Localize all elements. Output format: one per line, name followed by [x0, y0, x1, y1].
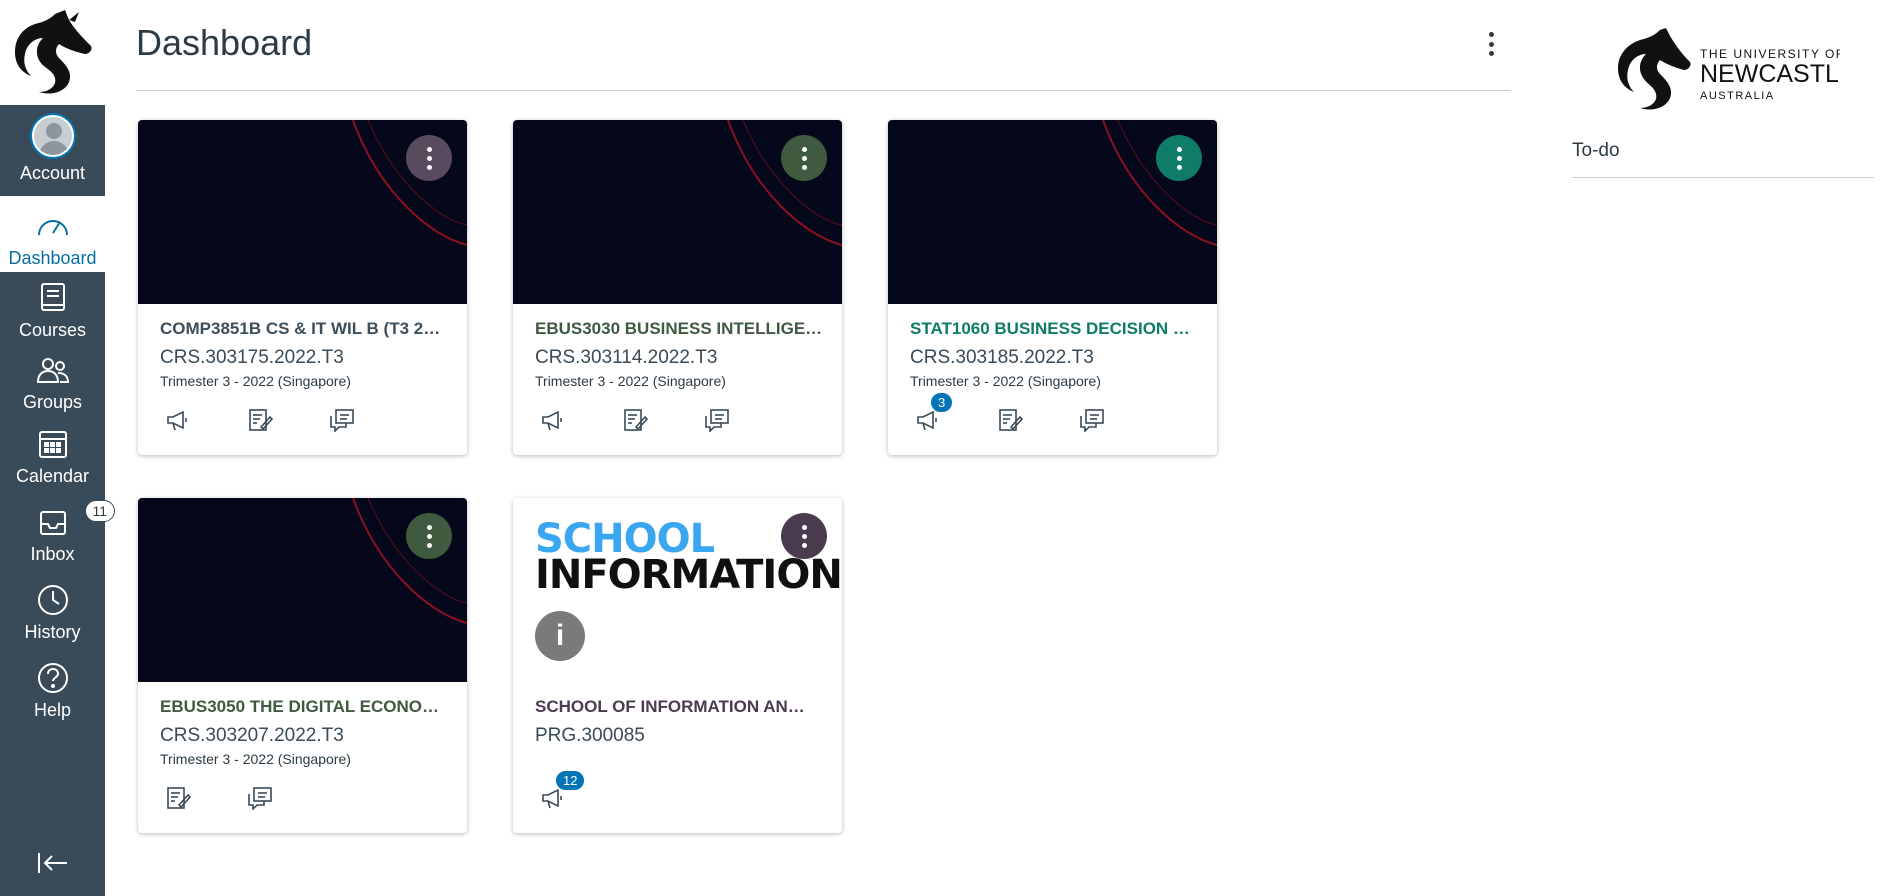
discussion-icon — [248, 787, 272, 810]
logo-line3: AUSTRALIA — [1700, 90, 1775, 102]
horse-logo-icon — [14, 9, 92, 94]
page-title: Dashboard — [136, 22, 313, 63]
course-card-code: CRS.303114.2022.T3 — [535, 347, 718, 368]
courses-book-icon — [35, 280, 71, 316]
discussions-button[interactable] — [242, 782, 278, 814]
assignments-button[interactable] — [160, 782, 196, 814]
discussion-icon — [330, 409, 354, 432]
discussion-icon — [705, 409, 729, 432]
nav-account-label: Account — [19, 163, 86, 183]
card-options-button[interactable] — [1156, 135, 1202, 181]
assignments-button[interactable] — [617, 404, 653, 436]
nav-calendar[interactable]: Calendar — [0, 426, 105, 487]
course-card-term: Trimester 3 - 2022 (Singapore) — [535, 373, 726, 389]
course-card[interactable]: EBUS3030 BUSINESS INTELLIGE… CRS.303114.… — [513, 120, 842, 455]
course-card-title[interactable]: COMP3851B CS & IT WIL B (T3 2… — [160, 319, 450, 339]
course-card[interactable]: EBUS3050 THE DIGITAL ECONO… CRS.303207.2… — [138, 498, 467, 833]
unread-announcements-badge: 3 — [930, 392, 954, 413]
school-hero-line2: INFORMATION — [535, 552, 843, 598]
dashboard-options-button[interactable] — [1479, 26, 1503, 62]
course-card-title[interactable]: EBUS3050 THE DIGITAL ECONO… — [160, 697, 450, 717]
nav-courses-label: Courses — [18, 320, 87, 340]
nav-groups-label: Groups — [22, 392, 83, 412]
nav-calendar-label: Calendar — [15, 466, 90, 486]
course-card-code: CRS.303207.2022.T3 — [160, 725, 344, 746]
nav-history-label: History — [24, 622, 81, 642]
course-card[interactable]: STAT1060 BUSINESS DECISION … CRS.303185.… — [888, 120, 1217, 455]
discussion-icon — [1080, 409, 1104, 432]
card-options-button[interactable] — [781, 135, 827, 181]
discussions-button[interactable] — [324, 404, 360, 436]
megaphone-icon — [542, 410, 562, 431]
logo-line1: THE UNIVERSITY OF — [1700, 47, 1840, 61]
history-clock-icon — [35, 582, 71, 618]
nav-dashboard-label: Dashboard — [8, 248, 97, 268]
assignment-icon — [624, 409, 648, 431]
todo-heading: To-do — [1572, 140, 1874, 178]
nav-inbox[interactable]: 11 Inbox — [0, 500, 116, 565]
assignment-icon — [167, 787, 191, 809]
course-card-actions: 12 — [535, 770, 586, 814]
info-icon: i — [535, 611, 585, 661]
university-logo: THE UNIVERSITY OF NEWCASTLE AUSTRALIA — [1608, 28, 1856, 112]
inbox-unread-badge: 11 — [84, 500, 116, 522]
card-options-button[interactable] — [406, 135, 452, 181]
course-card-actions: 3 — [910, 392, 1110, 436]
course-card-title[interactable]: STAT1060 BUSINESS DECISION … — [910, 319, 1200, 339]
nav-logo[interactable] — [0, 0, 105, 105]
course-card-code: CRS.303185.2022.T3 — [910, 347, 1094, 368]
logo-line2: NEWCASTLE — [1700, 60, 1840, 88]
course-card-term: Trimester 3 - 2022 (Singapore) — [160, 751, 351, 767]
global-nav: Account Dashboard Courses Groups Calenda… — [0, 0, 116, 896]
announcements-button[interactable] — [160, 404, 196, 436]
nav-courses[interactable]: Courses — [0, 280, 105, 341]
discussions-button[interactable] — [699, 404, 735, 436]
course-card[interactable]: SCHOOL INFORMATION i SCHOOL OF INFORMATI… — [513, 498, 843, 833]
help-question-icon — [35, 660, 71, 696]
course-card-title[interactable]: EBUS3030 BUSINESS INTELLIGE… — [535, 319, 825, 339]
assignments-button[interactable] — [242, 404, 278, 436]
assignments-button[interactable] — [992, 404, 1028, 436]
course-card-actions — [535, 404, 735, 436]
course-card[interactable]: COMP3851B CS & IT WIL B (T3 2… CRS.30317… — [138, 120, 467, 455]
nav-help[interactable]: Help — [0, 660, 105, 721]
dashboard-header: Dashboard — [136, 0, 1511, 91]
course-card-code: CRS.303175.2022.T3 — [160, 347, 344, 368]
course-card-actions — [160, 404, 360, 436]
course-card-term: Trimester 3 - 2022 (Singapore) — [160, 373, 351, 389]
collapse-nav-button[interactable] — [0, 849, 105, 884]
nav-groups[interactable]: Groups — [0, 352, 105, 413]
nav-account[interactable]: Account — [0, 105, 105, 196]
calendar-icon — [35, 426, 71, 462]
nav-inbox-label: Inbox — [30, 544, 75, 564]
megaphone-icon — [167, 410, 187, 431]
card-options-button[interactable] — [781, 513, 827, 559]
announcements-button[interactable] — [535, 404, 571, 436]
discussions-button[interactable] — [1074, 404, 1110, 436]
groups-people-icon — [35, 352, 71, 388]
announcements-button[interactable]: 3 — [910, 392, 954, 436]
announcements-button[interactable]: 12 — [535, 770, 586, 814]
unread-announcements-badge: 12 — [555, 770, 586, 791]
course-card-code: PRG.300085 — [535, 725, 645, 746]
course-card-actions — [160, 782, 278, 814]
nav-help-label: Help — [33, 700, 72, 720]
inbox-icon: 11 — [35, 500, 116, 540]
assignment-icon — [999, 409, 1023, 431]
assignment-icon — [249, 409, 273, 431]
nav-history[interactable]: History — [0, 582, 105, 643]
nav-dashboard[interactable]: Dashboard — [0, 196, 105, 272]
course-card-title[interactable]: SCHOOL OF INFORMATION AN… — [535, 697, 825, 717]
dashboard-icon — [35, 208, 71, 244]
card-options-button[interactable] — [406, 513, 452, 559]
course-card-term: Trimester 3 - 2022 (Singapore) — [910, 373, 1101, 389]
avatar — [31, 115, 74, 157]
collapse-left-icon — [37, 853, 67, 873]
